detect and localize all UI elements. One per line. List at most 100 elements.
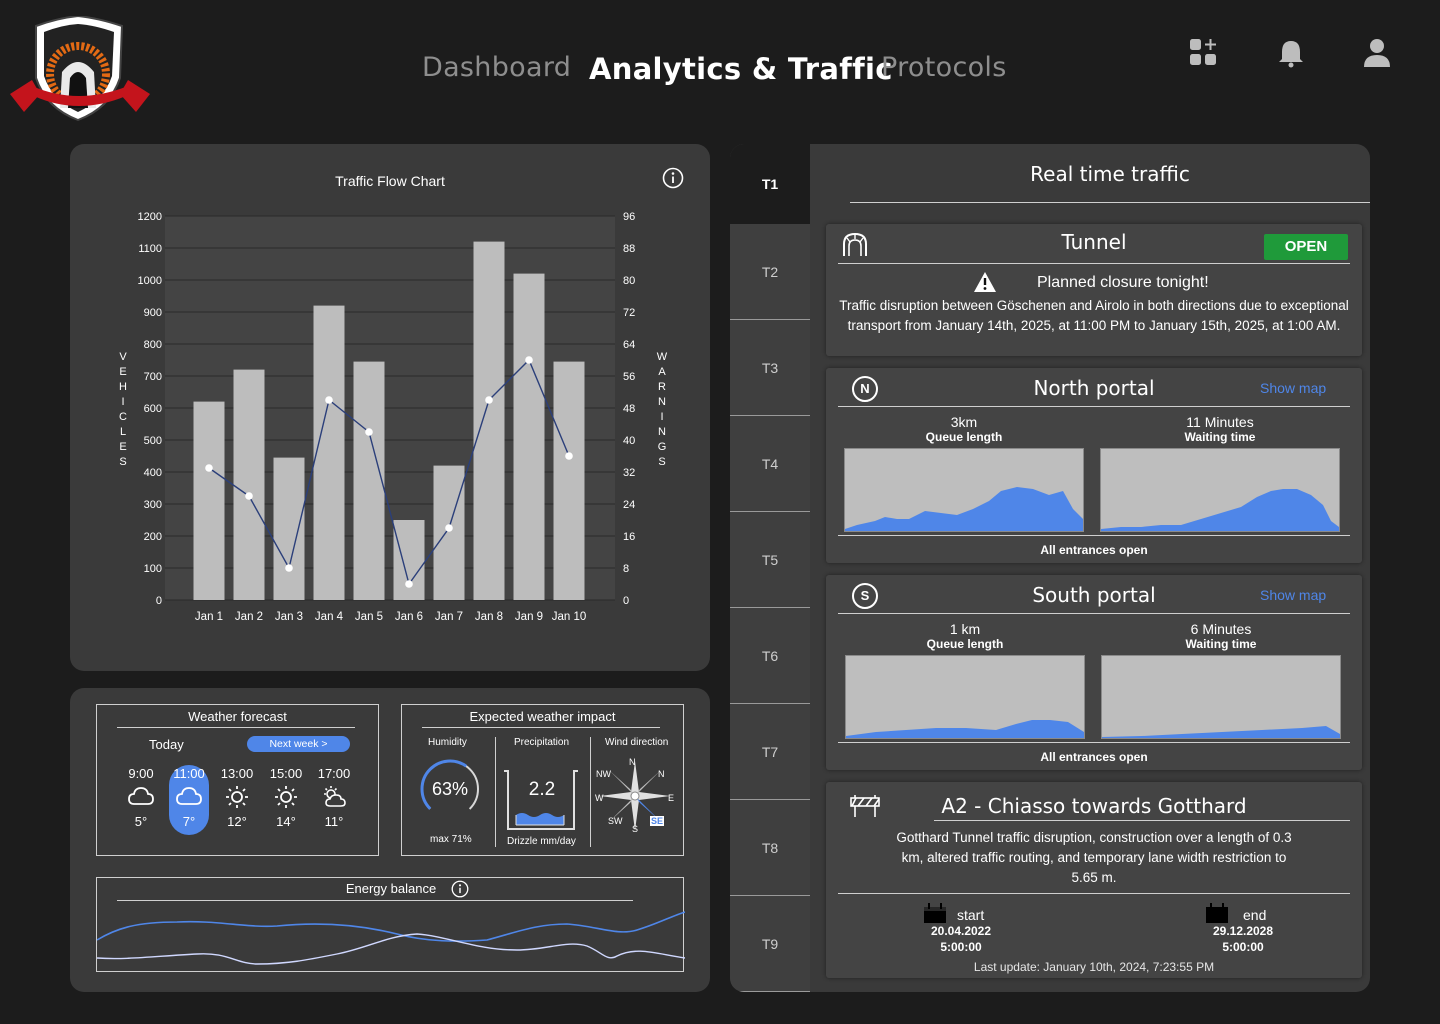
tab-t9[interactable]: T9: [730, 896, 810, 992]
y-tick-label: 700: [144, 371, 162, 383]
weather-forecast-title: Weather forecast: [188, 709, 287, 724]
warning-point: [485, 396, 493, 404]
y-tick-label: 400: [144, 467, 162, 479]
south-queue-chart: [845, 655, 1085, 739]
humidity-max: max 71%: [430, 834, 472, 845]
bar: [433, 465, 465, 600]
hour-1700[interactable]: 17:00 11°: [314, 765, 354, 835]
north-queue-label: Queue length: [925, 430, 1003, 444]
y-tick-label: 0: [156, 595, 162, 607]
cloud-icon: [169, 785, 209, 811]
start-time: 5:00:00: [940, 940, 982, 954]
y2-tick-label: 48: [623, 403, 635, 415]
hour-900[interactable]: 9:00 5°: [121, 765, 161, 835]
y2-tick-label: 72: [623, 307, 635, 319]
weather-panel: Weather forecast Today Next week > 9:00 5…: [70, 688, 710, 992]
north-waiting-time: 11 Minutes Waiting time: [1100, 414, 1340, 444]
y-tick-label: 300: [144, 499, 162, 511]
bar: [273, 457, 305, 600]
tab-t2[interactable]: T2: [730, 224, 810, 320]
compass-s: S: [632, 824, 639, 834]
x-tick-label: Jan 4: [315, 611, 344, 623]
y-tick-label: 900: [144, 307, 162, 319]
tab-t5[interactable]: T5: [730, 512, 810, 608]
compass-nw: NW: [596, 769, 611, 779]
warning-point: [405, 580, 413, 588]
south-queue-length: 1 km Queue length: [845, 621, 1085, 651]
north-portal-card: N North portal Show map 3km Queue length…: [826, 368, 1362, 563]
y2-tick-label: 32: [623, 467, 635, 479]
warning-icon: [974, 272, 996, 292]
south-queue-value: 1 km: [949, 621, 981, 637]
north-queue-value: 3km: [950, 414, 978, 430]
x-tick-label: Jan 3: [275, 611, 303, 623]
hour-1300[interactable]: 13:00 12°: [217, 765, 257, 835]
humidity-label: Humidity: [428, 737, 467, 748]
energy-balance-box: Energy balance: [96, 877, 685, 972]
weather-impact-box: Expected weather impact Humidity 63% max…: [401, 704, 684, 856]
warning-point: [205, 464, 213, 472]
hour-time: 11:00: [173, 766, 205, 781]
road-works-card: A2 - Chiasso towards Gotthard Gotthard T…: [826, 782, 1362, 978]
nav-dashboard[interactable]: Dashboard: [422, 52, 571, 83]
road-works-title: A2 - Chiasso towards Gotthard: [941, 794, 1247, 818]
hour-1100[interactable]: 11:00 7°: [169, 765, 209, 835]
x-tick-label: Jan 2: [235, 611, 263, 623]
compass-w: W: [595, 793, 604, 803]
bell-icon[interactable]: [1276, 38, 1306, 68]
tab-t7[interactable]: T7: [730, 704, 810, 800]
south-wait-label: Waiting time: [1185, 637, 1257, 651]
sun-icon: [217, 785, 257, 811]
warning-point: [525, 356, 533, 364]
apps-add-icon[interactable]: [1189, 38, 1219, 68]
compass-e: E: [668, 793, 675, 803]
south-waiting-time: 6 Minutes Waiting time: [1101, 621, 1341, 651]
nav-analytics-traffic[interactable]: Analytics & Traffic: [589, 52, 893, 86]
tab-t1[interactable]: T1: [730, 144, 810, 224]
hour-temperature: 14°: [276, 814, 296, 829]
y-tick-label: 1200: [138, 211, 162, 223]
warning-point: [365, 428, 373, 436]
next-week-button[interactable]: Next week >: [247, 736, 350, 752]
compass-se: SE: [650, 816, 665, 826]
real-time-traffic-title: Real time traffic: [1030, 162, 1190, 186]
tab-t4[interactable]: T4: [730, 416, 810, 512]
user-icon[interactable]: [1362, 38, 1392, 68]
bar: [313, 305, 345, 600]
hour-time: 13:00: [220, 766, 254, 781]
calendar-end-icon: [1206, 903, 1228, 923]
tab-t6[interactable]: T6: [730, 608, 810, 704]
y-tick-label: 200: [144, 531, 162, 543]
y2-tick-label: 64: [623, 339, 635, 351]
hour-time: 17:00: [317, 766, 351, 781]
bar: [513, 273, 545, 600]
south-show-map-link[interactable]: Show map: [1260, 587, 1326, 603]
start-date: 20.04.2022: [930, 924, 992, 938]
north-wait-chart: [1100, 448, 1340, 532]
start-date-block: 20.04.2022 5:00:00: [916, 924, 1006, 954]
hour-1500[interactable]: 15:00 14°: [266, 765, 306, 835]
y2-tick-label: 24: [623, 499, 635, 511]
north-show-map-link[interactable]: Show map: [1260, 380, 1326, 396]
end-date-block: 29.12.2028 5:00:00: [1198, 924, 1288, 954]
y-tick-label: 1100: [138, 243, 162, 255]
energy-balance-chart: [97, 911, 685, 965]
precipitation-value: 2.2: [528, 779, 556, 800]
tab-t8[interactable]: T8: [730, 800, 810, 896]
bar: [193, 401, 225, 600]
bar: [473, 241, 505, 600]
y2-tick-label: 16: [623, 531, 635, 543]
warning-point: [325, 396, 333, 404]
tab-t3[interactable]: T3: [730, 320, 810, 416]
wind-direction-label: Wind direction: [605, 737, 669, 748]
hour-temperature: 5°: [134, 814, 148, 829]
end-label: end: [1243, 907, 1267, 923]
end-date: 29.12.2028: [1212, 924, 1274, 938]
y2-tick-label: 88: [623, 243, 635, 255]
tunnel-status-badge: OPEN: [1264, 234, 1348, 260]
traffic-flow-panel: Traffic Flow Chart 0 100 200 300 400 500 600 70…: [70, 144, 710, 671]
y2-axis-label: WARNINGS: [657, 351, 668, 468]
precipitation-caption: Drizzle mm/day: [507, 836, 576, 847]
x-tick-label: Jan 9: [515, 611, 543, 623]
nav-protocols[interactable]: Protocols: [881, 52, 1007, 83]
